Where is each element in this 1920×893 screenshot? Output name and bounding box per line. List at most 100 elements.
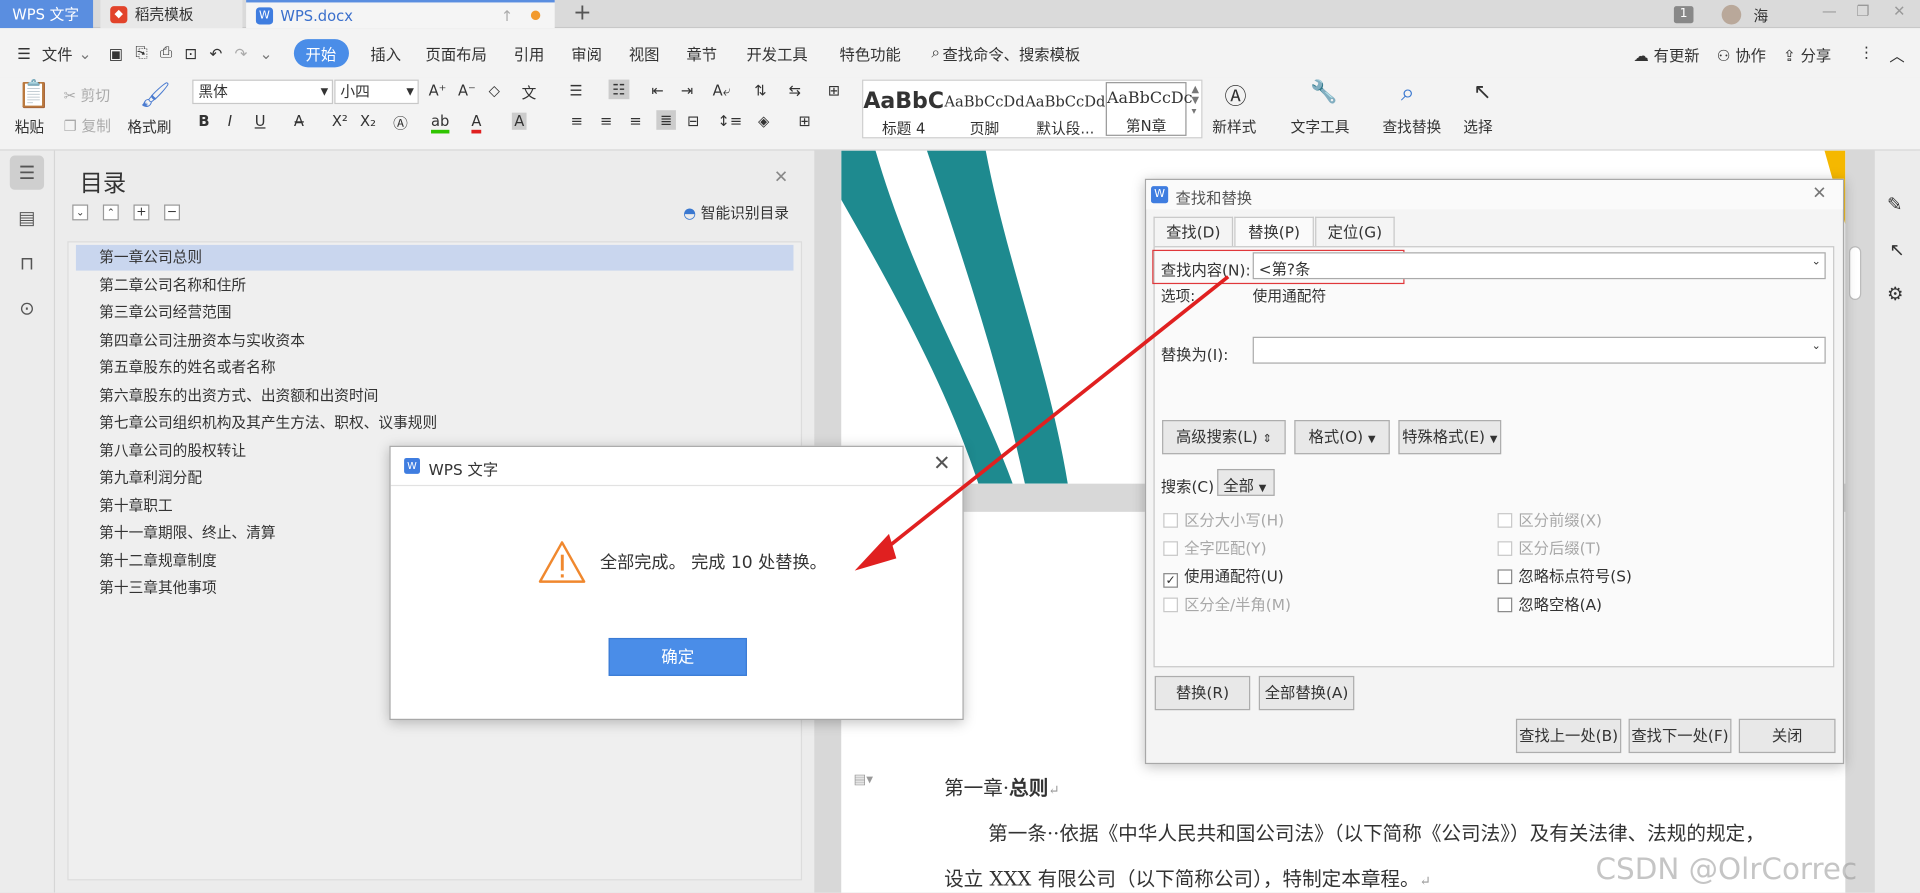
justify-icon[interactable]: ≣ (656, 110, 677, 130)
new-style-button[interactable]: 新样式 (1212, 116, 1256, 137)
option-checkbox[interactable]: 忽略空格(A) (1497, 591, 1602, 614)
replace-button[interactable]: 替换(R) (1154, 675, 1251, 711)
doc-scrollbar[interactable] (1847, 154, 1864, 889)
dialog-close-icon[interactable]: ✕ (1812, 184, 1826, 204)
style-footer[interactable]: AaBbCcDd 页脚 (944, 86, 1025, 140)
file-menu[interactable]: 文件 (42, 41, 73, 64)
toc-nav-icon[interactable]: ☰ (9, 155, 45, 190)
advanced-search-button[interactable]: 高级搜索(L) ⇕ (1162, 420, 1286, 455)
option-checkbox[interactable]: 忽略标点符号(S) (1497, 563, 1632, 586)
select-cursor-icon[interactable]: ↖ (1473, 80, 1491, 106)
line-spacing-icon[interactable]: ↕≡ (718, 113, 743, 130)
doc-heading[interactable]: 第一章·总则↵ (944, 771, 1060, 800)
find-input[interactable]: <第?条 ⌄ (1252, 252, 1826, 280)
menu-view[interactable]: 视图 (629, 41, 660, 64)
menu-features[interactable]: 特色功能 (840, 41, 901, 64)
new-style-icon[interactable]: Ⓐ (1225, 80, 1247, 112)
toc-item[interactable]: 第三章公司经营范围 (76, 300, 794, 326)
char-case-icon[interactable]: A⤶ (713, 82, 731, 100)
pointer-icon[interactable]: ↖ (1889, 239, 1904, 261)
avatar[interactable] (1721, 4, 1742, 25)
style-heading4[interactable]: AaBbC 标题 4 (863, 86, 944, 140)
search-scope-select[interactable]: 全部 ▼ (1217, 468, 1275, 496)
option-checkbox[interactable]: ✓ 使用通配符(U) (1163, 563, 1284, 588)
grow-font-icon[interactable]: A⁺ (429, 82, 447, 99)
format-painter-icon[interactable]: 🖌 (140, 80, 171, 109)
format-painter-button[interactable]: 格式刷 (127, 116, 171, 137)
sort-icon[interactable]: ⇅ (754, 82, 766, 99)
font-color-icon[interactable]: A (471, 113, 482, 134)
style-scroll-icon[interactable]: ▲ ▼ ▾ (1191, 83, 1199, 116)
minimize-icon[interactable]: — (1822, 2, 1837, 19)
style-chapter[interactable]: AaBbCcDc 第N章 (1105, 82, 1193, 136)
text-tools-button[interactable]: 文字工具 (1291, 116, 1350, 137)
dialog-close-button[interactable]: 关闭 (1738, 718, 1836, 754)
scrollbar-thumb[interactable] (1848, 246, 1862, 301)
undo-icon[interactable]: ↶ (209, 43, 222, 61)
user-name[interactable]: 海 (1753, 5, 1768, 26)
add-heading-icon[interactable]: + (133, 203, 150, 221)
maximize-icon[interactable]: ❐ (1856, 2, 1869, 19)
copy-button[interactable]: ❐ 复制 (64, 115, 111, 136)
hamburger-icon[interactable]: ☰ (17, 43, 31, 61)
chevron-down-icon[interactable]: ⌄ (79, 43, 92, 61)
collapse-level-icon[interactable]: ⌄ (72, 203, 89, 221)
more-icon[interactable]: ⋮ (1859, 43, 1874, 61)
tab-goto[interactable]: 定位(G) (1315, 216, 1395, 247)
menu-references[interactable]: 引用 (514, 41, 545, 64)
settings-sliders-icon[interactable]: ⚙ (1887, 283, 1903, 305)
toc-item[interactable]: 第五章股东的姓名或者名称 (76, 355, 794, 381)
find-next-button[interactable]: 查找下一处(F) (1628, 718, 1732, 754)
decrease-indent-icon[interactable]: ⇤ (651, 82, 663, 99)
align-right-icon[interactable]: ≡ (629, 113, 641, 130)
special-format-button[interactable]: 特殊格式(E) ▼ (1398, 420, 1502, 455)
smart-toc-button[interactable]: ◓ 智能识别目录 (683, 202, 789, 223)
strikethrough-icon[interactable]: A̶ (294, 113, 304, 130)
menu-insert[interactable]: 插入 (370, 41, 401, 64)
doc-paragraph-1[interactable]: 第一条··依据《中华人民共和国公司法》（以下简称《公司法》）及有关法律、法规的规… (988, 817, 1833, 846)
command-search[interactable]: 查找命令、搜索模板 (942, 41, 1080, 64)
tab-wps-writer[interactable]: WPS 文字 (0, 0, 94, 29)
find-previous-button[interactable]: 查找上一处(B) (1515, 718, 1622, 754)
find-nav-icon[interactable]: ⊙ (10, 291, 44, 325)
align-center-icon[interactable]: ≡ (600, 113, 612, 130)
menu-home[interactable]: 开始 (293, 38, 349, 67)
increase-indent-icon[interactable]: ⇥ (681, 82, 693, 99)
bookmark-icon[interactable]: ⊓ (10, 246, 44, 280)
highlight-icon[interactable]: ab (431, 113, 450, 134)
option-checkbox[interactable]: 区分前缀(X) (1497, 507, 1602, 530)
clear-format-icon[interactable]: ◇ (489, 82, 500, 99)
upload-icon[interactable]: ↑ (501, 7, 513, 24)
toc-item[interactable]: 第二章公司名称和住所 (76, 272, 794, 298)
cut-button[interactable]: ✂ 剪切 (64, 84, 110, 105)
replace-all-button[interactable]: 全部替换(A) (1258, 675, 1355, 711)
collab-button[interactable]: ⚇ 协作 (1717, 43, 1766, 66)
option-checkbox[interactable]: 全字匹配(Y) (1163, 535, 1267, 558)
format-button[interactable]: 格式(O) ▼ (1294, 420, 1390, 455)
collapse-ribbon-icon[interactable]: ︿ (1889, 43, 1904, 66)
ok-button[interactable]: 确定 (608, 637, 747, 676)
shading-icon[interactable]: ◈ (758, 113, 769, 130)
toc-item[interactable]: 第七章公司组织机构及其产生方法、职权、议事规则 (76, 410, 794, 436)
shrink-font-icon[interactable]: A⁻ (458, 82, 476, 99)
chapter-nav-icon[interactable]: ▤ (10, 201, 44, 235)
close-window-icon[interactable]: ✕ (1893, 2, 1905, 19)
remove-heading-icon[interactable]: − (164, 203, 181, 221)
replace-input[interactable]: ⌄ (1252, 336, 1826, 364)
print-icon[interactable]: ⎙ (160, 43, 172, 63)
font-size-select[interactable]: 小四 ▼ (334, 79, 419, 105)
numbering-icon[interactable]: ☷ (608, 79, 630, 100)
char-shading-icon[interactable]: A (511, 112, 527, 130)
find-replace-icon[interactable]: ⌕ (1401, 77, 1415, 106)
table-grid-icon[interactable]: ⊞ (828, 82, 840, 99)
msgbox-close-icon[interactable]: ✕ (933, 452, 950, 476)
bullets-icon[interactable]: ☰ (569, 82, 582, 99)
paste-icon[interactable]: 📋 (17, 80, 51, 111)
menu-developer[interactable]: 开发工具 (746, 41, 807, 64)
paste-button[interactable]: 粘贴 (15, 116, 44, 137)
find-replace-button[interactable]: 查找替换 (1382, 116, 1441, 137)
toc-close-icon[interactable]: ✕ (774, 168, 788, 188)
phonetic-icon[interactable]: 文 (522, 82, 537, 103)
tab-find[interactable]: 查找(D) (1153, 216, 1234, 247)
distribute-icon[interactable]: ⊟ (687, 113, 699, 130)
